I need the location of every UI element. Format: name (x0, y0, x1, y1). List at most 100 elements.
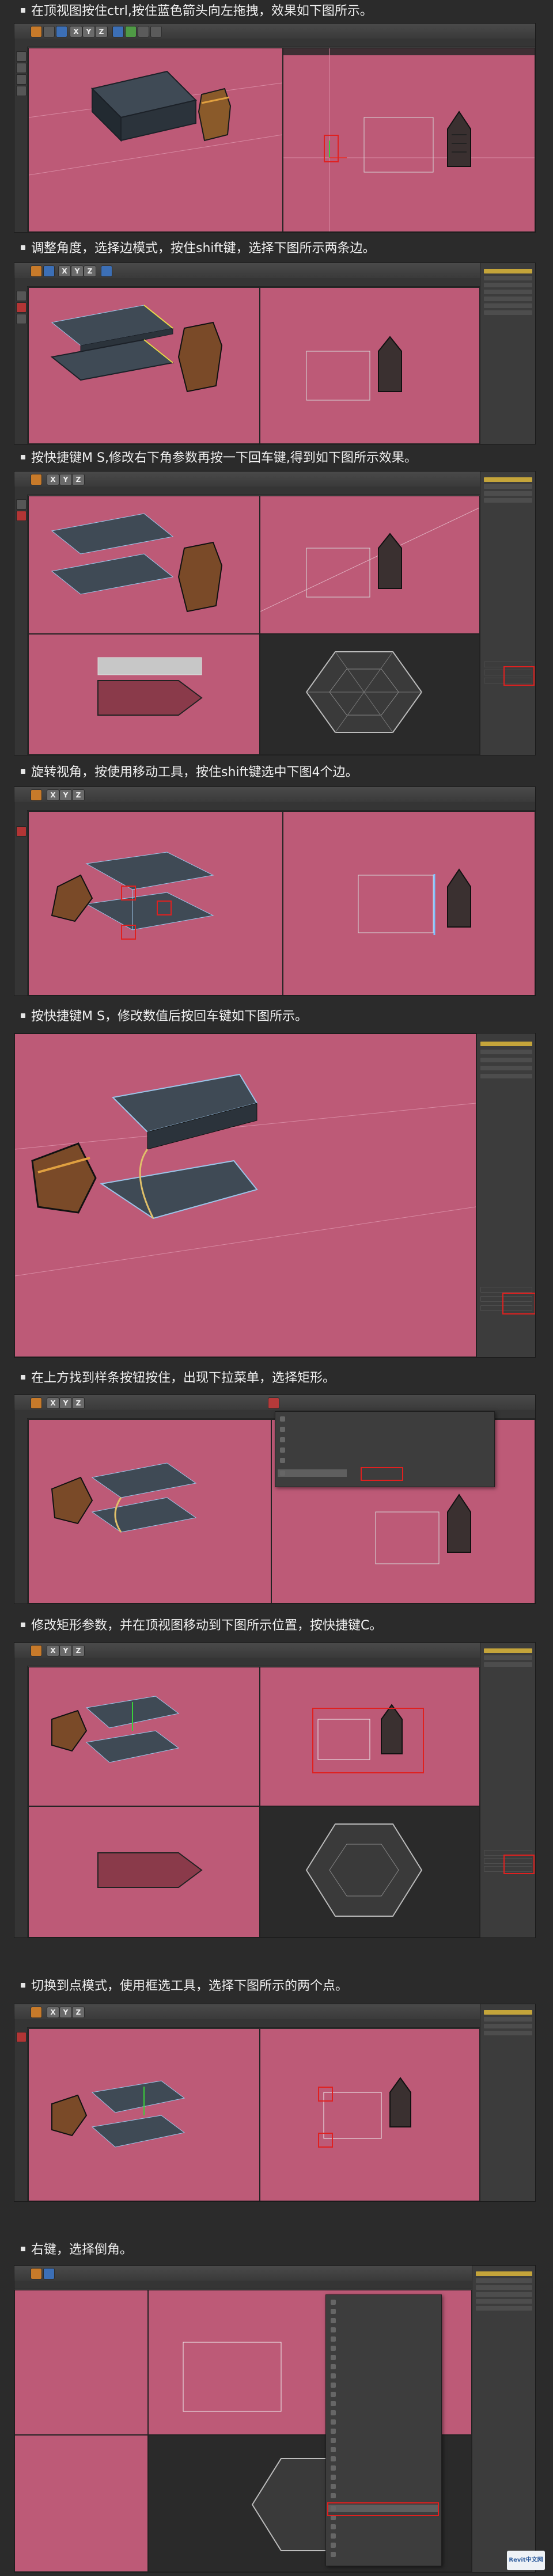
menu-item[interactable] (328, 2492, 439, 2499)
edges-mode-icon[interactable] (16, 63, 26, 73)
y-axis-toggle[interactable]: Y (82, 26, 95, 37)
right-viewport[interactable] (260, 1806, 480, 1937)
cube-icon[interactable] (101, 265, 112, 277)
top-viewport[interactable] (260, 287, 480, 444)
x-axis-toggle[interactable]: X (58, 265, 71, 277)
perspective-viewport[interactable] (28, 1667, 260, 1806)
menu-item[interactable] (328, 2298, 439, 2306)
menu-item[interactable] (328, 2381, 439, 2389)
z-axis-toggle[interactable]: Z (72, 2007, 85, 2018)
cube-icon[interactable] (112, 26, 124, 37)
spline-icon[interactable] (125, 26, 137, 37)
menu-item[interactable] (278, 1446, 347, 1454)
menu-item[interactable] (328, 2326, 439, 2334)
right-viewport[interactable] (260, 634, 480, 755)
spline-button-icon[interactable] (268, 1397, 279, 1409)
object-row[interactable] (484, 276, 532, 280)
menu-item[interactable] (328, 2391, 439, 2398)
menu-item[interactable] (328, 2446, 439, 2453)
object-row[interactable] (480, 1042, 532, 1046)
edges-mode-icon[interactable] (16, 826, 26, 837)
points-mode-icon[interactable] (16, 291, 26, 301)
z-axis-toggle[interactable]: Z (72, 1645, 85, 1656)
object-row[interactable] (480, 1074, 532, 1078)
menu-item[interactable] (328, 2363, 439, 2370)
left-viewport[interactable] (14, 2290, 148, 2435)
edges-mode-icon[interactable] (16, 511, 26, 521)
object-row[interactable] (480, 1050, 532, 1054)
object-row[interactable] (484, 477, 532, 482)
object-row[interactable] (476, 2299, 532, 2304)
model-mode-icon[interactable] (16, 86, 26, 96)
object-row[interactable] (484, 2024, 532, 2028)
object-row[interactable] (484, 290, 532, 294)
menu-item[interactable] (328, 2437, 439, 2444)
front-viewport[interactable] (28, 1806, 260, 1937)
menu-item[interactable] (328, 2308, 439, 2315)
x-axis-toggle[interactable]: X (47, 1645, 59, 1656)
top-viewport[interactable] (260, 1667, 480, 1806)
undo-icon[interactable] (31, 1397, 42, 1409)
object-row[interactable] (484, 491, 532, 496)
object-row[interactable] (476, 2285, 532, 2290)
undo-icon[interactable] (31, 26, 42, 37)
object-row[interactable] (484, 498, 532, 503)
top-viewport[interactable] (260, 496, 480, 634)
points-mode-icon[interactable] (16, 51, 26, 62)
object-row[interactable] (476, 2271, 532, 2276)
menu-item[interactable] (328, 2541, 439, 2549)
menu-item[interactable] (328, 2455, 439, 2463)
menu-item[interactable] (328, 2400, 439, 2407)
nurbs-icon[interactable] (138, 26, 149, 37)
object-row[interactable] (484, 1662, 532, 1667)
select-icon[interactable] (43, 26, 55, 37)
deformer-icon[interactable] (150, 26, 162, 37)
z-axis-toggle[interactable]: Z (84, 265, 96, 277)
menu-item[interactable] (328, 2418, 439, 2426)
z-axis-toggle[interactable]: Z (72, 474, 85, 485)
object-row[interactable] (484, 1655, 532, 1660)
y-axis-toggle[interactable]: Y (59, 474, 72, 485)
perspective-viewport[interactable] (28, 287, 260, 444)
undo-icon[interactable] (31, 2268, 42, 2279)
menu-item[interactable] (328, 2523, 439, 2531)
undo-icon[interactable] (31, 474, 42, 485)
object-row[interactable] (484, 269, 532, 273)
polygons-mode-icon[interactable] (16, 74, 26, 85)
menu-item[interactable] (328, 2474, 439, 2481)
perspective-viewport[interactable] (14, 1034, 476, 1357)
x-axis-toggle[interactable]: X (47, 1397, 59, 1409)
undo-icon[interactable] (31, 789, 42, 801)
x-axis-toggle[interactable]: X (47, 789, 59, 801)
x-axis-toggle[interactable]: X (47, 2007, 59, 2018)
object-row[interactable] (484, 297, 532, 301)
object-row[interactable] (480, 1058, 532, 1062)
menu-item[interactable] (278, 1415, 347, 1423)
menu-item-rectangle[interactable] (278, 1469, 347, 1477)
object-row[interactable] (484, 1648, 532, 1653)
undo-icon[interactable] (31, 265, 42, 277)
perspective-viewport[interactable] (28, 1419, 271, 1604)
y-axis-toggle[interactable]: Y (71, 265, 84, 277)
menu-item[interactable] (278, 1436, 347, 1443)
y-axis-toggle[interactable]: Y (59, 2007, 72, 2018)
object-row[interactable] (476, 2278, 532, 2283)
object-row[interactable] (480, 1066, 532, 1070)
y-axis-toggle[interactable]: Y (59, 1397, 72, 1409)
object-row[interactable] (484, 2017, 532, 2022)
perspective-viewport[interactable] (28, 48, 283, 232)
polygons-mode-icon[interactable] (16, 314, 26, 324)
menu-item[interactable] (328, 2409, 439, 2417)
spline-dropdown-menu[interactable] (275, 1411, 495, 1487)
menu-item[interactable] (328, 2483, 439, 2490)
menu-item[interactable] (328, 2335, 439, 2343)
front-viewport[interactable] (28, 634, 260, 755)
top-viewport[interactable] (283, 811, 535, 996)
bottom-left-viewport[interactable] (14, 2435, 148, 2572)
points-mode-icon[interactable] (16, 499, 26, 510)
menu-item[interactable] (278, 1426, 347, 1433)
perspective-viewport[interactable] (28, 496, 260, 634)
menu-item[interactable] (328, 2532, 439, 2540)
perspective-viewport[interactable] (28, 2028, 260, 2201)
menu-item[interactable] (328, 2354, 439, 2361)
